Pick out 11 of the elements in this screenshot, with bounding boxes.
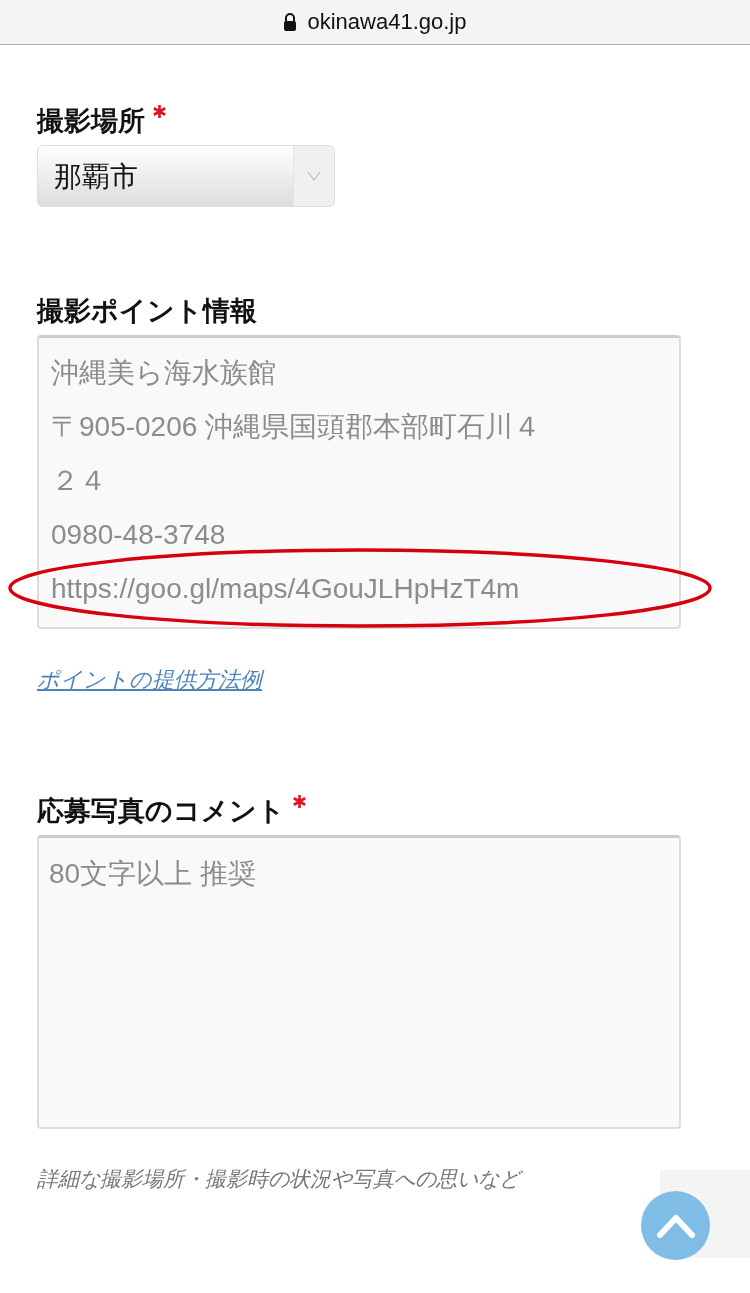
- chevron-up-icon: [655, 1212, 696, 1239]
- dropdown-icon: [307, 171, 321, 181]
- text-area-field[interactable]: 80文字以上 推奨: [37, 835, 681, 1129]
- hint-text: 詳細な撮影場所・撮影時の状況や写真への思いなど: [37, 1165, 750, 1193]
- field-label: 撮影ポイント情報: [37, 294, 257, 328]
- lock-icon: [283, 13, 298, 31]
- field-label: 撮影場所: [37, 104, 145, 138]
- location-select[interactable]: 那覇市: [37, 145, 335, 207]
- field-label: 応募写真のコメント: [37, 794, 285, 828]
- url-text[interactable]: okinawa41.go.jp: [307, 9, 467, 35]
- text-area-field[interactable]: 沖縄美ら海水族館 〒905-0206 沖縄県国頭郡本部町石川４ ２４ 0980-48-3748 https://goo.gl/maps/4GouJLHpHzT4m: [37, 335, 681, 629]
